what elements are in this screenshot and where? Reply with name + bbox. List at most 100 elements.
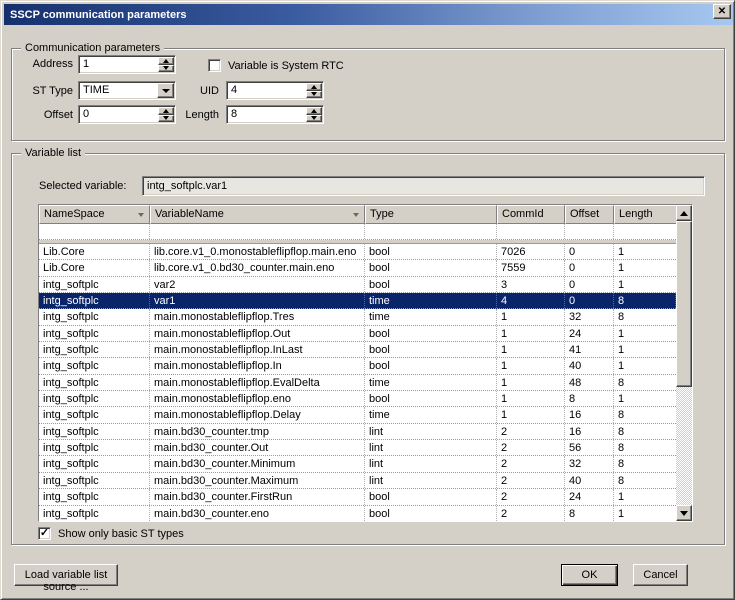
table-cell: 1: [614, 277, 676, 292]
table-row[interactable]: intg_softplcmain.monostableflipflop.Outb…: [39, 326, 676, 342]
table-row[interactable]: Lib.Corelib.core.v1_0.bd30_counter.main.…: [39, 260, 676, 276]
selected-variable-value: intg_softplc.var1: [147, 180, 227, 192]
table-row[interactable]: intg_softplcmain.monostableflipflop.Eval…: [39, 375, 676, 391]
spin-down-button[interactable]: [158, 65, 174, 73]
table-cell: bool: [365, 326, 497, 341]
table-row[interactable]: intg_softplcmain.monostableflipflop.Inbo…: [39, 358, 676, 374]
offset-value: 0: [79, 106, 157, 123]
table-cell: intg_softplc: [39, 456, 150, 471]
variable-table-body: Lib.Corelib.core.v1_0.monostableflipflop…: [39, 244, 676, 521]
table-row[interactable]: intg_softplcmain.monostableflipflop.enob…: [39, 391, 676, 407]
table-cell: 1: [497, 358, 565, 373]
table-cell: 8: [614, 309, 676, 324]
table-cell: 1: [497, 326, 565, 341]
filter-cell[interactable]: [565, 224, 614, 239]
column-header-namespace[interactable]: NameSpace: [39, 205, 150, 224]
table-cell: 1: [497, 407, 565, 422]
column-header-commid[interactable]: CommId: [497, 205, 565, 224]
table-row[interactable]: intg_softplcmain.monostableflipflop.InLa…: [39, 342, 676, 358]
table-cell: bool: [365, 506, 497, 521]
table-cell: 1: [497, 342, 565, 357]
load-variable-list-button[interactable]: Load variable list source ...: [14, 564, 118, 586]
spin-down-button[interactable]: [306, 115, 322, 123]
scroll-down-button[interactable]: [676, 505, 692, 521]
table-row[interactable]: intg_softplcmain.monostableflipflop.Tres…: [39, 309, 676, 325]
table-cell: 0: [565, 244, 614, 259]
filter-cell[interactable]: [497, 224, 565, 239]
filter-dropdown-icon[interactable]: [138, 213, 144, 217]
length-label: Length: [158, 109, 219, 122]
length-value: 8: [227, 106, 305, 123]
filter-dropdown-icon[interactable]: [353, 213, 359, 217]
table-cell: 41: [565, 342, 614, 357]
table-row[interactable]: intg_softplcmain.bd30_counter.enobool281: [39, 506, 676, 522]
column-header-offset[interactable]: Offset: [565, 205, 614, 224]
table-cell: main.monostableflipflop.In: [150, 358, 365, 373]
filter-cell[interactable]: [39, 224, 150, 239]
scroll-up-button[interactable]: [676, 205, 692, 221]
table-cell: lint: [365, 456, 497, 471]
column-header-variablename[interactable]: VariableName: [150, 205, 365, 224]
table-cell: intg_softplc: [39, 489, 150, 504]
spin-down-icon: [163, 66, 169, 70]
table-row[interactable]: intg_softplcmain.monostableflipflop.Dela…: [39, 407, 676, 423]
variable-table: NameSpace VariableName TypeCommIdOffsetLen…: [38, 204, 693, 522]
title-bar[interactable]: SSCP communication parameters: [4, 4, 733, 25]
table-cell: 56: [565, 440, 614, 455]
scrollbar-thumb[interactable]: [676, 221, 692, 387]
column-header-length[interactable]: Length: [614, 205, 676, 224]
table-filter-row[interactable]: [39, 224, 676, 240]
table-cell: bool: [365, 342, 497, 357]
table-cell: 4: [497, 293, 565, 308]
table-row[interactable]: Lib.Corelib.core.v1_0.monostableflipflop…: [39, 244, 676, 260]
table-cell: 1: [614, 326, 676, 341]
column-header-label: VariableName: [155, 208, 224, 220]
spin-up-button[interactable]: [306, 83, 322, 91]
table-row[interactable]: intg_softplcvar2bool301: [39, 277, 676, 293]
table-cell: lint: [365, 424, 497, 439]
table-cell: 8: [614, 440, 676, 455]
spin-up-button[interactable]: [158, 57, 174, 65]
address-field[interactable]: 1: [78, 55, 176, 74]
spin-down-button[interactable]: [306, 91, 322, 99]
table-row[interactable]: intg_softplcmain.bd30_counter.tmplint216…: [39, 424, 676, 440]
table-row[interactable]: intg_softplcmain.bd30_counter.Maximumlin…: [39, 473, 676, 489]
table-row[interactable]: intg_softplcmain.bd30_counter.FirstRunbo…: [39, 489, 676, 505]
cancel-button[interactable]: Cancel: [633, 564, 688, 586]
table-cell: 8: [614, 424, 676, 439]
offset-label: Offset: [11, 109, 73, 122]
table-cell: 1: [614, 260, 676, 275]
table-cell: 1: [614, 342, 676, 357]
uid-field[interactable]: 4: [226, 81, 324, 100]
address-spinner: [158, 57, 174, 72]
spin-down-icon: [311, 92, 317, 96]
table-cell: intg_softplc: [39, 358, 150, 373]
scrollbar-track[interactable]: [676, 221, 692, 505]
table-cell: var2: [150, 277, 365, 292]
show-basic-checkbox-label: Show only basic ST types: [58, 528, 184, 541]
table-row-selected[interactable]: intg_softplcvar1time408: [39, 293, 676, 309]
spin-up-icon: [311, 85, 317, 89]
filter-cell[interactable]: [614, 224, 676, 239]
table-cell: Lib.Core: [39, 244, 150, 259]
spin-up-button[interactable]: [306, 107, 322, 115]
show-basic-checkbox[interactable]: ✓: [38, 527, 51, 540]
filter-cell[interactable]: [365, 224, 497, 239]
column-header-type[interactable]: Type: [365, 205, 497, 224]
ok-button[interactable]: OK: [561, 564, 618, 586]
table-row[interactable]: intg_softplcmain.bd30_counter.Outlint256…: [39, 440, 676, 456]
table-cell: 1: [614, 358, 676, 373]
filter-cell[interactable]: [150, 224, 365, 239]
close-button[interactable]: ✕: [713, 4, 731, 19]
rtc-checkbox[interactable]: [208, 59, 221, 72]
table-row[interactable]: intg_softplcmain.bd30_counter.Minimumlin…: [39, 456, 676, 472]
table-cell: bool: [365, 260, 497, 275]
table-cell: 1: [614, 244, 676, 259]
vertical-scrollbar[interactable]: [676, 205, 692, 521]
selected-variable-field[interactable]: intg_softplc.var1: [142, 176, 705, 196]
table-cell: main.monostableflipflop.Tres: [150, 309, 365, 324]
table-cell: main.monostableflipflop.eno: [150, 391, 365, 406]
st-type-value: TIME: [79, 82, 156, 99]
table-cell: bool: [365, 277, 497, 292]
length-field[interactable]: 8: [226, 105, 324, 124]
